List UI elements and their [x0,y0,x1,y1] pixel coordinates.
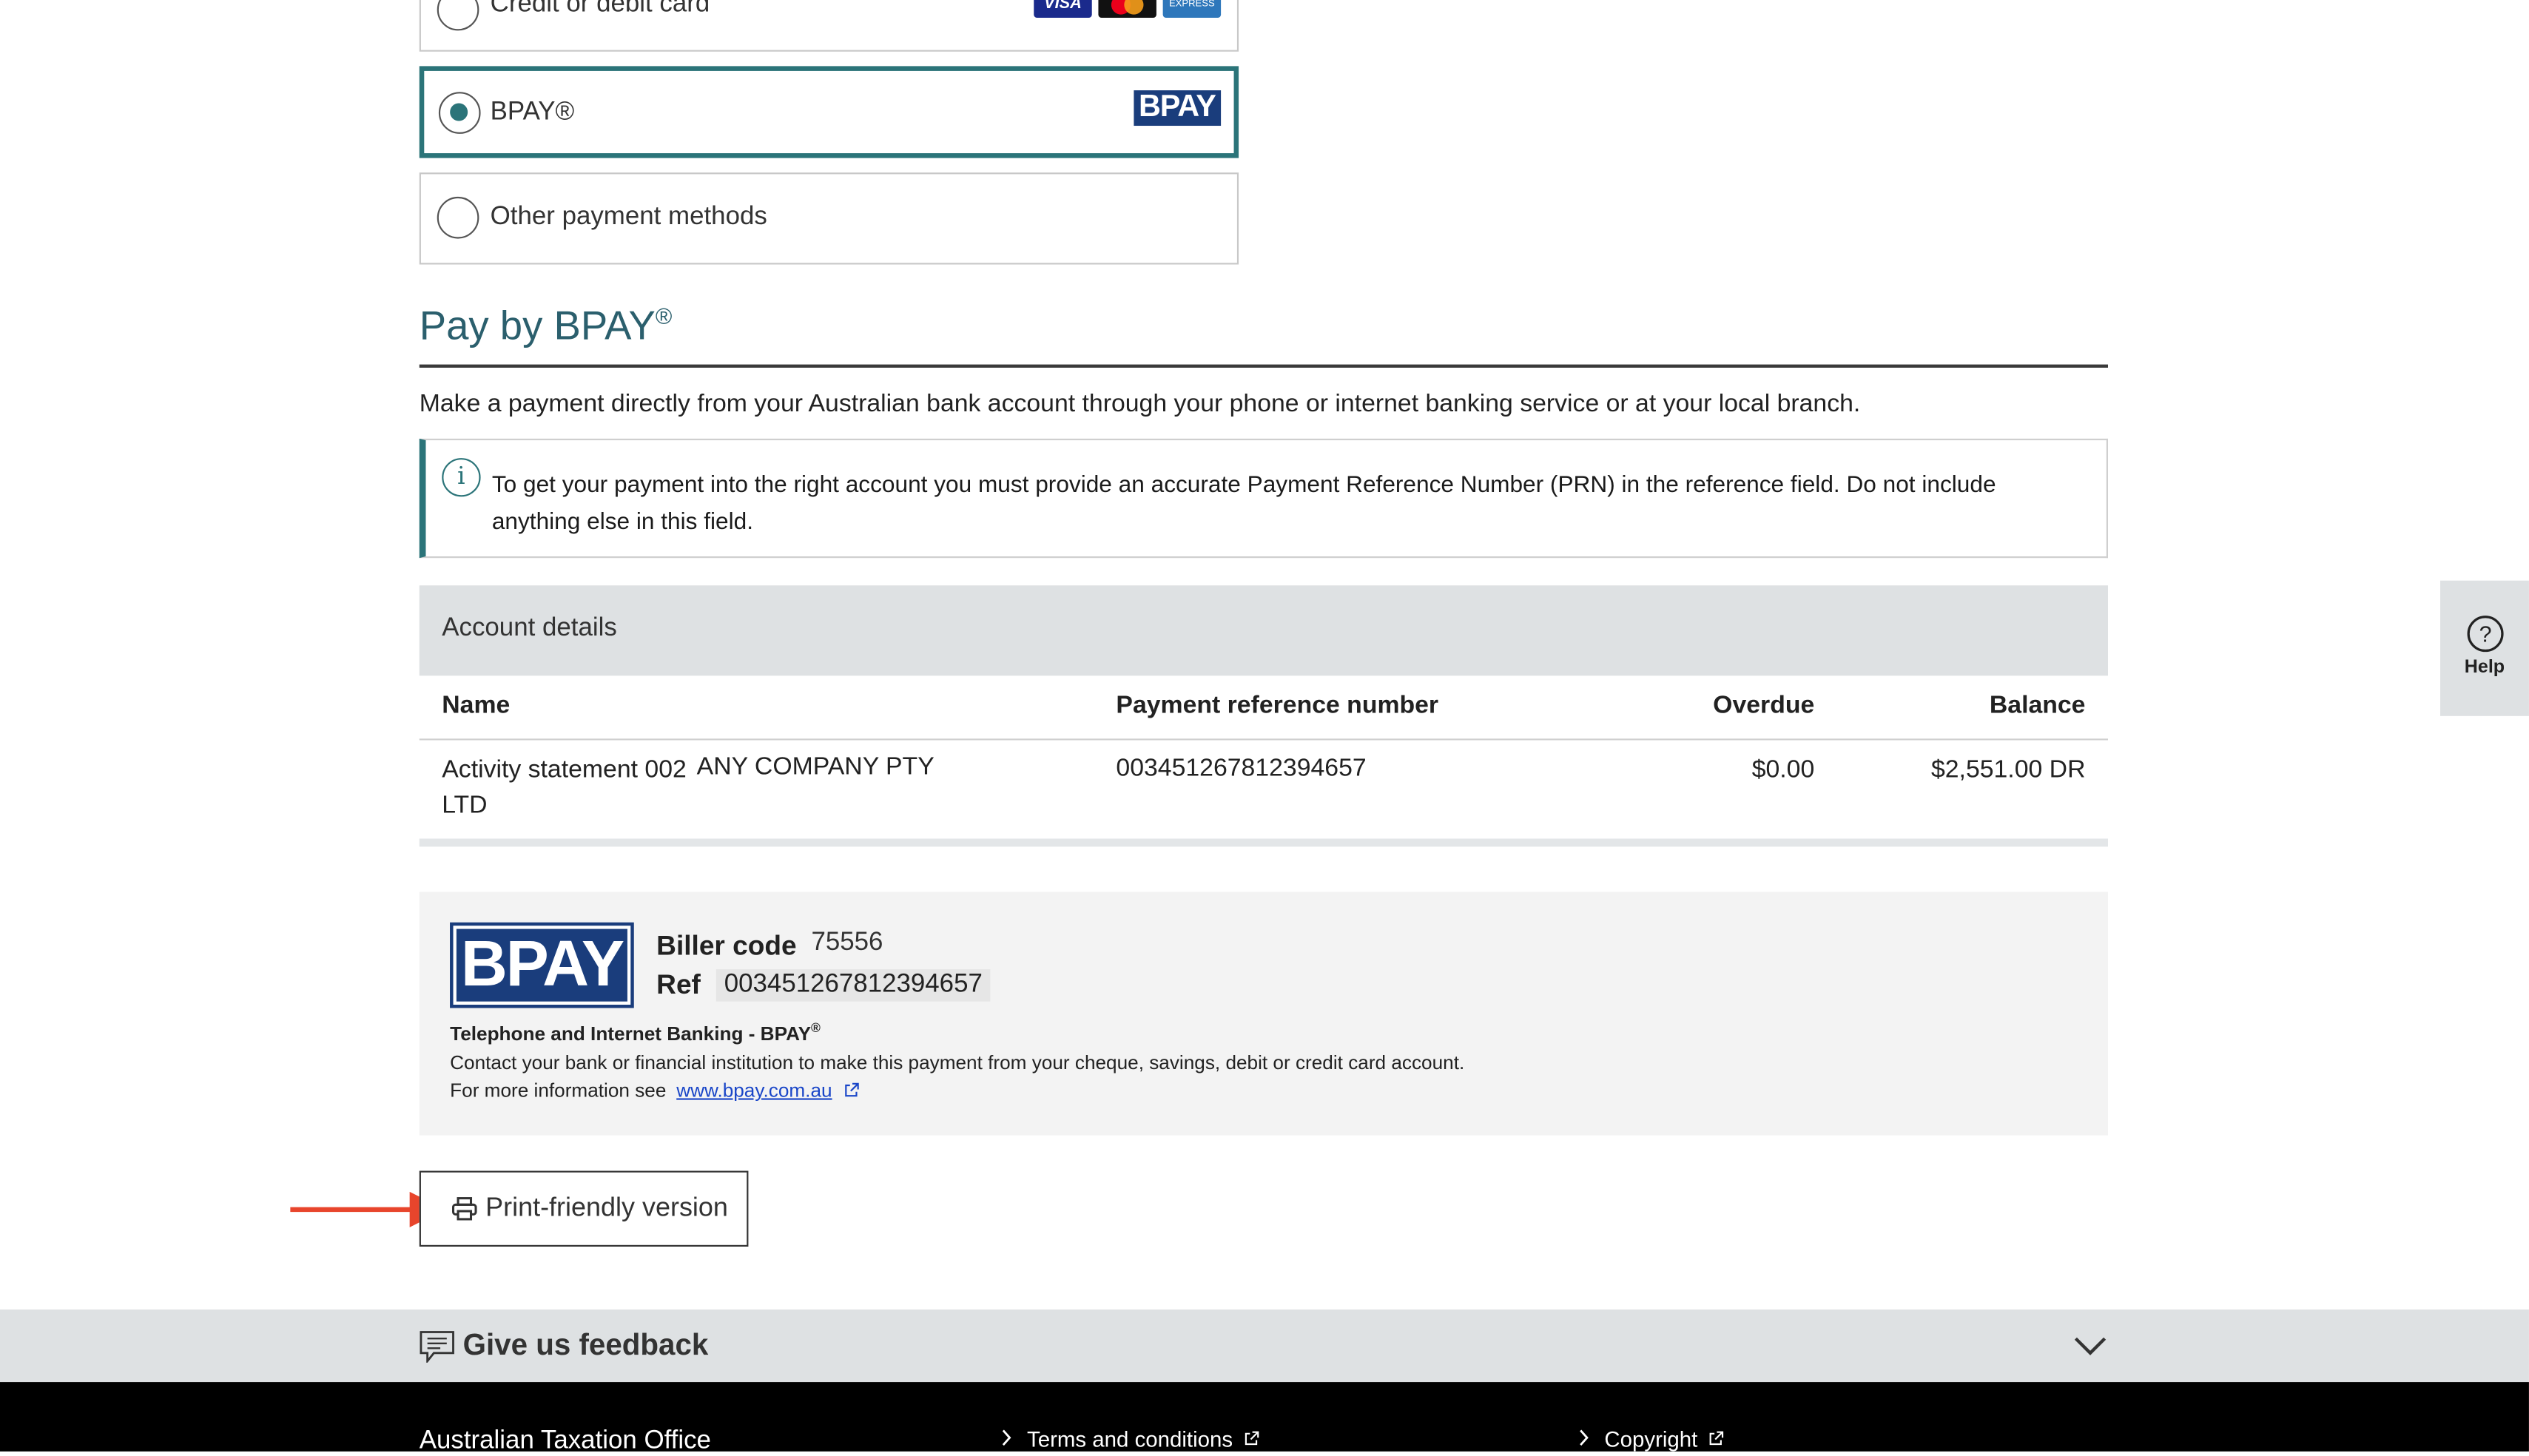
bpay-radio[interactable] [438,92,481,134]
footer: Australian Taxation Office Terms and con… [0,1382,2529,1455]
row-name-line2: LTD [442,792,488,820]
ref-label: Ref [656,969,701,1000]
row-prn: 003451267812394657 [1116,755,1367,783]
row-company: ANY COMPANY PTY [696,752,935,781]
print-friendly-button[interactable]: Print-friendly version [419,1170,749,1247]
ref-value: 003451267812394657 [715,969,991,1002]
bpay-logo-icon: BPAY [1134,90,1221,127]
biller-code-value: 75556 [811,928,883,957]
column-header-prn: Payment reference number [1116,692,1439,720]
row-name-line1: Activity statement 002 [442,756,687,784]
external-link-icon [1710,1431,1724,1446]
bpay-box-heading: Telephone and Internet Banking - BPAY® [450,1020,821,1045]
payment-option-bpay[interactable]: BPAY® BPAY [419,66,1239,158]
mastercard-circles-icon [1111,0,1144,15]
mastercard-logo-icon [1098,0,1156,18]
page: Credit or debit card VISA EXPRESS BPAY® … [0,0,2529,1455]
print-button-label: Print-friendly version [485,1193,728,1223]
chevron-down-icon[interactable] [2072,1335,2108,1358]
payment-option-card[interactable]: Credit or debit card VISA EXPRESS [419,0,1239,52]
help-tab[interactable]: ? Help [2440,580,2529,716]
help-label: Help [2464,658,2505,678]
amex-logo-icon: EXPRESS [1162,0,1222,18]
bpay-website-link[interactable]: www.bpay.com.au [676,1079,832,1102]
section-divider [419,364,2108,368]
other-option-label: Other payment methods [490,203,767,231]
more-info-prefix: For more information see [450,1079,667,1102]
table-bottom-border [419,838,2108,847]
question-icon: ? [2467,616,2504,653]
external-link-icon [1245,1431,1259,1446]
card-radio[interactable] [437,0,479,31]
bpay-large-logo-icon: BPAY [450,922,634,1008]
bpay-contact-text: Contact your bank or financial instituti… [450,1051,1465,1074]
other-radio[interactable] [437,196,479,239]
bpay-option-label: BPAY® [490,98,575,127]
footer-link-copyright[interactable]: Copyright [1577,1427,1725,1452]
footer-link-terms-label: Terms and conditions [1027,1427,1233,1452]
bpay-details-box: BPAY Biller code 75556 Ref 0034512678123… [419,892,2108,1136]
svg-text:?: ? [2479,622,2492,647]
printer-icon [451,1197,477,1221]
footer-org-name: Australian Taxation Office [419,1427,711,1455]
info-text: To get your payment into the right accou… [491,472,1996,535]
account-details-heading: Account details [442,614,617,642]
account-details-header: Account details [419,585,2108,676]
chevron-right-icon [1002,1429,1011,1446]
table-header-divider [419,738,2108,741]
footer-link-terms[interactable]: Terms and conditions [1000,1427,1259,1452]
feedback-label: Give us feedback [462,1327,709,1361]
section-title: Pay by BPAY® [419,303,673,349]
footer-link-copyright-label: Copyright [1604,1427,1698,1452]
visa-logo-icon: VISA [1034,0,1092,18]
column-header-balance: Balance [1989,692,2086,720]
comment-icon [420,1331,454,1363]
info-callout: i To get your payment into the right acc… [419,438,2108,559]
row-overdue: $0.00 [1751,756,1815,784]
column-header-name: Name [442,692,511,720]
external-link-icon [845,1082,860,1097]
payment-option-other[interactable]: Other payment methods [419,172,1239,265]
bpay-more-info: For more information see www.bpay.com.au [450,1079,860,1102]
column-header-overdue: Overdue [1713,692,1815,720]
card-option-label: Credit or debit card [490,0,710,18]
info-icon: i [442,458,481,497]
chevron-right-icon [1580,1429,1589,1446]
biller-code-label: Biller code [656,930,797,962]
feedback-bar[interactable]: Give us feedback [0,1309,2529,1383]
row-balance: $2,551.00 DR [1930,756,2086,784]
section-description: Make a payment directly from your Austra… [419,390,1861,418]
